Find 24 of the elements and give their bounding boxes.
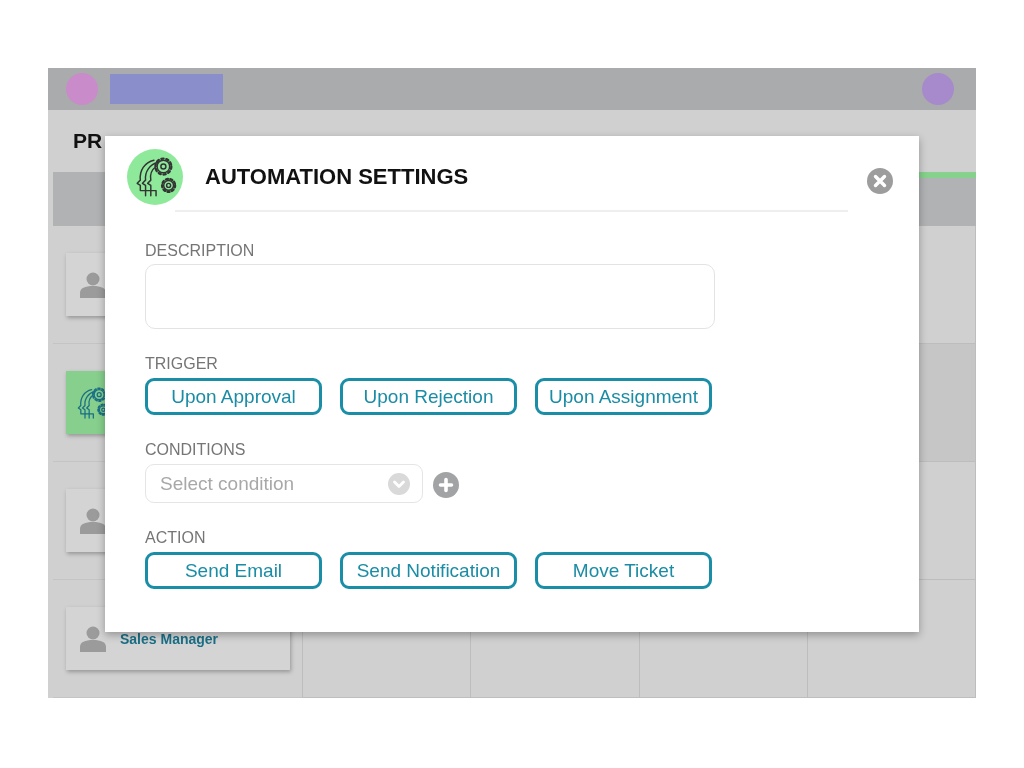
- lane-label: Sales Manager: [120, 630, 219, 647]
- section-label: ACTION: [145, 528, 206, 548]
- option-button[interactable]: Upon Assignment: [535, 378, 712, 415]
- option-button[interactable]: Upon Approval: [145, 378, 322, 415]
- add-icon[interactable]: [433, 472, 459, 498]
- option-button[interactable]: Send Email: [145, 552, 322, 589]
- section-label: DESCRIPTION: [145, 241, 255, 261]
- description-field[interactable]: [145, 264, 715, 329]
- person-icon: [80, 271, 106, 298]
- close-icon[interactable]: [867, 168, 893, 194]
- head-gears-icon: [133, 156, 177, 198]
- section-label: CONDITIONS: [145, 440, 246, 460]
- section-label: TRIGGER: [145, 354, 218, 374]
- person-icon: [80, 507, 106, 534]
- avatar-icon[interactable]: [922, 73, 954, 105]
- option-button[interactable]: Move Ticket: [535, 552, 712, 589]
- page-title: PR: [73, 129, 103, 153]
- condition-select[interactable]: Select condition: [145, 464, 423, 503]
- person-icon: [80, 625, 106, 652]
- chevron-down-icon: [388, 472, 410, 495]
- option-button[interactable]: Upon Rejection: [340, 378, 517, 415]
- option-button[interactable]: Send Notification: [340, 552, 517, 589]
- dialog-title: AUTOMATION SETTINGS: [205, 164, 469, 190]
- logo-icon[interactable]: [66, 73, 98, 105]
